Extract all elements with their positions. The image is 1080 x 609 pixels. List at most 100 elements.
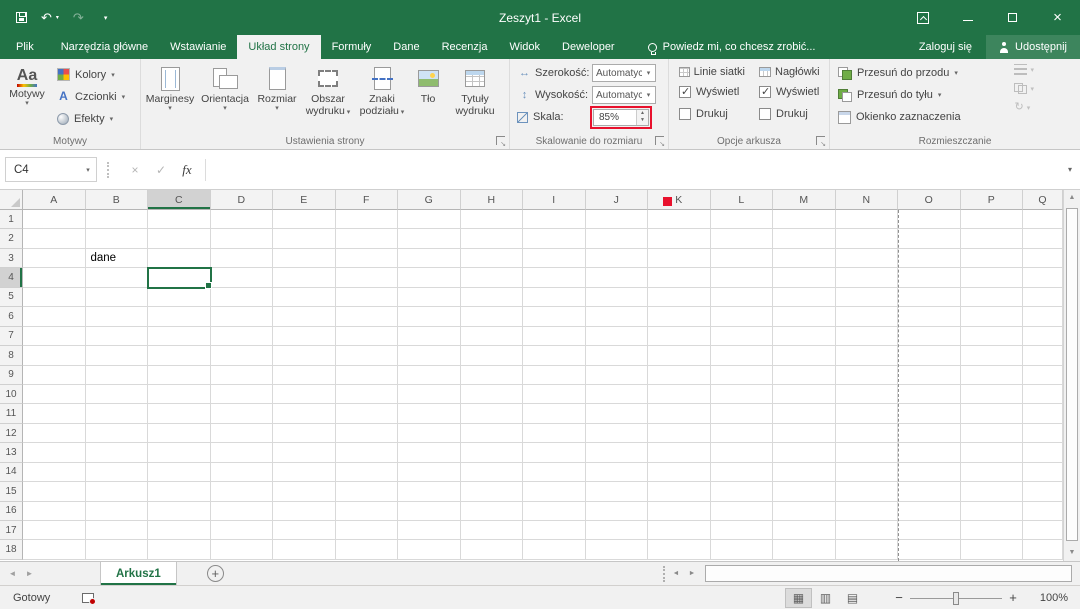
cell-H15[interactable] [461, 482, 524, 501]
cell-F4[interactable] [336, 268, 399, 287]
cell-E8[interactable] [273, 346, 336, 365]
cell-C14[interactable] [148, 463, 211, 482]
cell-E14[interactable] [273, 463, 336, 482]
cell-N13[interactable] [836, 443, 899, 462]
cell-F7[interactable] [336, 327, 399, 346]
column-header-G[interactable]: G [398, 190, 461, 210]
cell-J7[interactable] [586, 327, 649, 346]
cell-D11[interactable] [211, 404, 274, 423]
cell-G16[interactable] [398, 502, 461, 521]
cell-A8[interactable] [23, 346, 86, 365]
width-combo[interactable]: Automatyc ▾ [592, 64, 656, 82]
cell-F15[interactable] [336, 482, 399, 501]
zoom-in-button[interactable]: + [1002, 590, 1024, 605]
cell-M9[interactable] [773, 366, 836, 385]
cell-O3[interactable] [898, 249, 961, 268]
cell-O6[interactable] [898, 307, 961, 326]
selection-pane-button[interactable]: Okienko zaznaczenia [838, 107, 1080, 127]
cell-L11[interactable] [711, 404, 774, 423]
headings-print-checkbox-row[interactable]: Drukuj [759, 103, 825, 125]
cell-E18[interactable] [273, 540, 336, 559]
cell-H8[interactable] [461, 346, 524, 365]
cell-Q11[interactable] [1023, 404, 1063, 423]
cell-K3[interactable] [648, 249, 711, 268]
cell-J15[interactable] [586, 482, 649, 501]
cell-M13[interactable] [773, 443, 836, 462]
cell-N6[interactable] [836, 307, 899, 326]
print-area-button[interactable]: Obszar wydruku▾ [301, 62, 355, 119]
cell-N10[interactable] [836, 385, 899, 404]
sheet-nav-left-icon[interactable]: ◄ [4, 562, 21, 585]
hscroll-right-icon[interactable]: ► [684, 570, 700, 577]
cell-N15[interactable] [836, 482, 899, 501]
cell-K16[interactable] [648, 502, 711, 521]
cell-N17[interactable] [836, 521, 899, 540]
cell-H11[interactable] [461, 404, 524, 423]
cell-A4[interactable] [23, 268, 86, 287]
cell-F13[interactable] [336, 443, 399, 462]
cell-N16[interactable] [836, 502, 899, 521]
cell-F1[interactable] [336, 210, 399, 229]
cell-F12[interactable] [336, 424, 399, 443]
cell-E7[interactable] [273, 327, 336, 346]
cell-I10[interactable] [523, 385, 586, 404]
cell-E15[interactable] [273, 482, 336, 501]
cell-J6[interactable] [586, 307, 649, 326]
cell-J2[interactable] [586, 229, 649, 248]
cell-D6[interactable] [211, 307, 274, 326]
cell-A7[interactable] [23, 327, 86, 346]
name-box-dropdown-icon[interactable]: ▾ [80, 166, 96, 174]
cell-C9[interactable] [148, 366, 211, 385]
cell-B11[interactable] [86, 404, 149, 423]
cell-I3[interactable] [523, 249, 586, 268]
cell-H5[interactable] [461, 288, 524, 307]
cell-E12[interactable] [273, 424, 336, 443]
cell-L7[interactable] [711, 327, 774, 346]
cell-J3[interactable] [586, 249, 649, 268]
cell-G2[interactable] [398, 229, 461, 248]
cell-K18[interactable] [648, 540, 711, 559]
cell-J14[interactable] [586, 463, 649, 482]
cell-M3[interactable] [773, 249, 836, 268]
cell-C13[interactable] [148, 443, 211, 462]
row-header-3[interactable]: 3 [0, 249, 23, 268]
cell-I12[interactable] [523, 424, 586, 443]
cell-D3[interactable] [211, 249, 274, 268]
cell-L18[interactable] [711, 540, 774, 559]
cell-G18[interactable] [398, 540, 461, 559]
row-header-4[interactable]: 4 [0, 268, 23, 287]
cell-O11[interactable] [898, 404, 961, 423]
cell-Q10[interactable] [1023, 385, 1063, 404]
undo-dropdown-icon[interactable]: ▾ [56, 14, 59, 21]
cell-L15[interactable] [711, 482, 774, 501]
cell-H3[interactable] [461, 249, 524, 268]
cell-K13[interactable] [648, 443, 711, 462]
cell-H1[interactable] [461, 210, 524, 229]
cell-D2[interactable] [211, 229, 274, 248]
cell-A1[interactable] [23, 210, 86, 229]
cell-D4[interactable] [211, 268, 274, 287]
cell-P8[interactable] [961, 346, 1024, 365]
horizontal-scroll-thumb[interactable] [705, 565, 1072, 582]
cell-I5[interactable] [523, 288, 586, 307]
select-all-corner[interactable] [0, 190, 23, 210]
cell-M1[interactable] [773, 210, 836, 229]
cell-M16[interactable] [773, 502, 836, 521]
cell-P5[interactable] [961, 288, 1024, 307]
tab-review[interactable]: Recenzja [431, 35, 499, 59]
cell-C2[interactable] [148, 229, 211, 248]
view-normal-button[interactable]: ▦ [785, 588, 812, 608]
cell-E13[interactable] [273, 443, 336, 462]
row-header-10[interactable]: 10 [0, 385, 23, 404]
scale-spinner[interactable]: 85% ▲▼ [593, 109, 649, 126]
cell-L16[interactable] [711, 502, 774, 521]
cell-C7[interactable] [148, 327, 211, 346]
add-sheet-button[interactable]: + [207, 565, 224, 582]
cell-G1[interactable] [398, 210, 461, 229]
formula-input[interactable] [211, 157, 1060, 182]
cell-K10[interactable] [648, 385, 711, 404]
cell-Q15[interactable] [1023, 482, 1063, 501]
cell-G5[interactable] [398, 288, 461, 307]
cell-E1[interactable] [273, 210, 336, 229]
row-header-11[interactable]: 11 [0, 404, 23, 423]
